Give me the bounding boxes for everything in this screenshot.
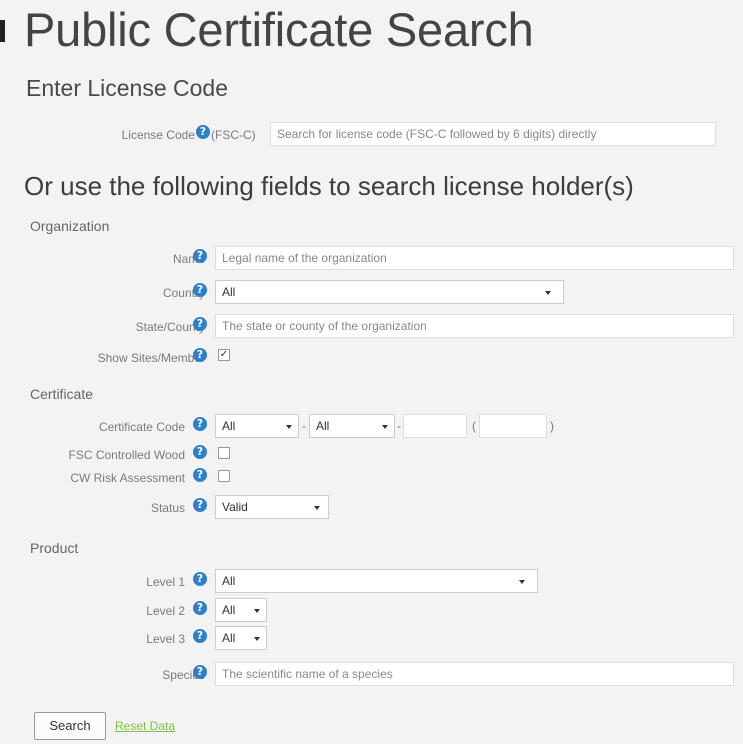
paren-open: ( (472, 419, 476, 433)
search-fields-heading: Or use the following fields to search li… (24, 171, 634, 201)
state-input[interactable]: The state or county of the organization (215, 314, 734, 338)
help-icon[interactable]: ? (193, 317, 207, 331)
page-title: Public Certificate Search (24, 3, 534, 56)
chevron-down-icon (314, 506, 320, 510)
help-icon[interactable]: ? (193, 283, 207, 297)
chevron-down-icon (286, 425, 292, 429)
level1-select[interactable]: All (215, 569, 538, 593)
code-separator: - (397, 419, 401, 433)
certificate-code-select-1-value: All (222, 419, 236, 433)
level1-label: Level 1 (146, 575, 185, 589)
show-sites-label: Show Sites/Member (97, 351, 205, 365)
reset-data-link[interactable]: Reset Data (115, 719, 175, 733)
chevron-down-icon (254, 609, 260, 613)
help-icon[interactable]: ? (193, 348, 207, 362)
status-label: Status (150, 501, 185, 515)
level2-select[interactable]: All (215, 598, 267, 622)
status-select-value: Valid (222, 500, 248, 514)
help-icon[interactable]: ? (193, 665, 207, 679)
license-code-label: License Code (121, 128, 195, 142)
cw-risk-label: CW Risk Assessment (70, 471, 185, 485)
certificate-code-select-1[interactable]: All (215, 414, 299, 438)
chevron-down-icon (254, 637, 260, 641)
species-input[interactable]: The scientific name of a species (215, 662, 734, 686)
level3-label: Level 3 (146, 632, 185, 646)
certificate-code-label: Certificate Code (98, 420, 185, 434)
license-code-input[interactable]: Search for license code (FSC-C followed … (270, 122, 716, 146)
status-select[interactable]: Valid (215, 495, 329, 519)
help-icon[interactable]: ? (193, 249, 207, 263)
help-icon[interactable]: ? (193, 498, 207, 512)
certificate-code-select-2[interactable]: All (309, 414, 395, 438)
help-icon[interactable]: ? (193, 417, 207, 431)
help-icon[interactable]: ? (193, 445, 207, 459)
level2-label: Level 2 (146, 604, 185, 618)
help-icon[interactable]: ? (193, 572, 207, 586)
help-icon[interactable]: ? (193, 601, 207, 615)
certificate-code-select-2-value: All (316, 419, 330, 433)
level1-select-value: All (222, 574, 236, 588)
country-select-value: All (222, 285, 236, 299)
level3-select[interactable]: All (215, 626, 267, 650)
level3-select-value: All (222, 631, 236, 645)
show-sites-checkbox[interactable]: ✓ (218, 349, 230, 361)
certificate-code-number-input[interactable] (403, 414, 467, 438)
certificate-code-suffix-input[interactable] (479, 414, 547, 438)
country-select[interactable]: All (215, 280, 564, 304)
chevron-down-icon (382, 425, 388, 429)
product-section-heading: Product (30, 540, 79, 556)
help-icon[interactable]: ? (193, 468, 207, 482)
certificate-section-heading: Certificate (30, 386, 94, 402)
license-section-heading: Enter License Code (26, 75, 229, 101)
controlled-wood-label: FSC Controlled Wood (68, 448, 186, 462)
help-icon[interactable]: ? (196, 125, 210, 139)
paren-close: ) (550, 419, 554, 433)
window-edge-mark (0, 20, 5, 42)
search-button[interactable]: Search (34, 712, 106, 740)
level2-select-value: All (222, 603, 236, 617)
license-code-prefix: (FSC-C) (211, 128, 256, 142)
chevron-down-icon (519, 580, 525, 584)
controlled-wood-checkbox[interactable] (218, 447, 230, 459)
chevron-down-icon (545, 291, 551, 295)
name-input[interactable]: Legal name of the organization (215, 246, 734, 270)
help-icon[interactable]: ? (193, 629, 207, 643)
code-separator: - (302, 419, 306, 433)
cw-risk-checkbox[interactable] (218, 470, 230, 482)
organization-section-heading: Organization (30, 218, 110, 234)
